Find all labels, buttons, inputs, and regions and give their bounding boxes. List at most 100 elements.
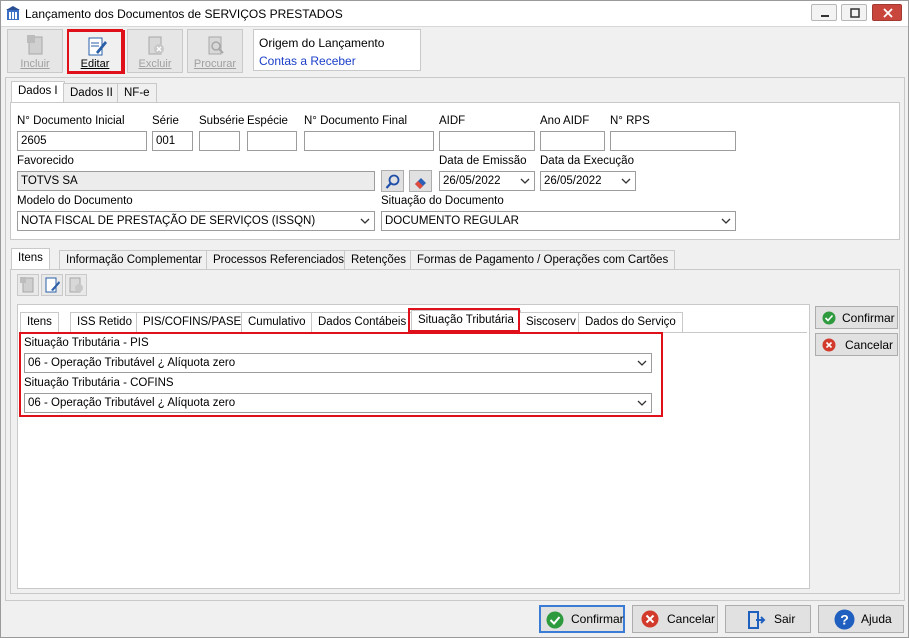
data-emissao-label: Data de Emissão (439, 155, 527, 167)
origem-value: Contas a Receber (259, 54, 356, 68)
incluir-label: Incluir (20, 58, 50, 70)
modelo-select[interactable]: NOTA FISCAL DE PRESTAÇÃO DE SERVIÇOS (IS… (17, 211, 375, 231)
tab-dados-contabeis[interactable]: Dados Contábeis (311, 312, 414, 332)
procurar-button[interactable]: Procurar (187, 29, 243, 73)
item-confirmar-button[interactable]: Confirmar (815, 306, 898, 329)
doc-final-label: N° Documento Final (304, 115, 408, 127)
origem-box: Origem do Lançamento Contas a Receber (253, 29, 421, 71)
minimize-button[interactable] (811, 4, 837, 21)
tab-cumulativo[interactable]: Cumulativo (241, 312, 313, 332)
itens-page: Itens ISS Retido PIS/COFINS/PASEP Cumula… (10, 269, 900, 594)
doc-final-field[interactable] (304, 131, 434, 151)
chevron-down-icon (637, 400, 647, 406)
check-circle-icon (822, 311, 836, 325)
incluir-button[interactable]: Incluir (7, 29, 63, 73)
tab-inner-itens[interactable]: Itens (20, 312, 59, 332)
editar-label: Editar (80, 58, 110, 70)
new-document-icon (27, 35, 43, 55)
tab-dados-servico[interactable]: Dados do Serviço (578, 312, 683, 332)
data-execucao-label: Data da Execução (540, 155, 634, 167)
ajuda-button[interactable]: ? Ajuda (818, 605, 904, 633)
confirmar-button[interactable]: Confirmar (539, 605, 625, 633)
edit-document-icon (88, 37, 107, 56)
exit-door-icon (748, 611, 766, 629)
building-icon (6, 6, 20, 20)
subserie-label: Subsérie (199, 115, 245, 127)
modelo-label: Modelo do Documento (17, 195, 133, 207)
item-cancelar-label: Cancelar (845, 337, 894, 352)
data-emissao-value: 26/05/2022 (443, 175, 501, 187)
modelo-value: NOTA FISCAL DE PRESTAÇÃO DE SERVIÇOS (IS… (21, 215, 316, 227)
subserie-field[interactable] (199, 131, 240, 151)
doc-inicial-field[interactable]: 2605 (17, 131, 147, 151)
sair-button[interactable]: Sair (725, 605, 811, 633)
tab-iss-retido[interactable]: ISS Retido (70, 312, 139, 332)
tab-dados-i[interactable]: Dados I (11, 81, 65, 103)
excluir-button[interactable]: Excluir (127, 29, 183, 73)
chevron-down-icon (721, 218, 731, 224)
add-item-button[interactable] (17, 274, 39, 296)
delete-document-icon (69, 277, 83, 293)
close-icon (883, 8, 893, 18)
situacao-pis-value: 06 - Operação Tributável ¿ Alíquota zero (28, 357, 236, 369)
favorecido-label: Favorecido (17, 155, 74, 167)
situacao-doc-select[interactable]: DOCUMENTO REGULAR (381, 211, 736, 231)
especie-field[interactable] (247, 131, 297, 151)
search-favorecido-button[interactable] (381, 170, 404, 192)
rps-field[interactable] (610, 131, 736, 151)
cancelar-label: Cancelar (667, 612, 716, 626)
aidf-field[interactable] (439, 131, 535, 151)
eraser-icon (415, 178, 426, 189)
chevron-down-icon (360, 218, 370, 224)
situacao-cofins-value: 06 - Operação Tributável ¿ Alíquota zero (28, 397, 236, 409)
search-document-icon (208, 36, 224, 55)
item-detail-panel: Itens ISS Retido PIS/COFINS/PASEP Cumula… (17, 304, 810, 589)
situacao-cofins-select[interactable]: 06 - Operação Tributável ¿ Alíquota zero (24, 393, 652, 413)
ano-aidf-label: Ano AIDF (540, 115, 590, 127)
ajuda-label: Ajuda (861, 612, 892, 626)
situacao-doc-value: DOCUMENTO REGULAR (385, 215, 519, 227)
close-window-button[interactable] (872, 4, 902, 21)
cancelar-button[interactable]: Cancelar (632, 605, 718, 633)
editar-button[interactable]: Editar (67, 29, 123, 73)
tab-retencoes[interactable]: Retenções (344, 250, 413, 270)
dados-i-page: N° Documento Inicial 2605 Série 001 Subs… (10, 102, 900, 240)
maximize-icon (850, 8, 860, 18)
clear-favorecido-button[interactable] (409, 170, 432, 192)
chevron-down-icon (621, 178, 631, 184)
tab-situacao-tributaria[interactable]: Situação Tributária (411, 310, 521, 332)
delete-item-button[interactable] (65, 274, 87, 296)
procurar-label: Procurar (193, 58, 237, 70)
tab-dados-ii[interactable]: Dados II (63, 83, 120, 103)
tab-processos-referenciados[interactable]: Processos Referenciados (206, 250, 352, 270)
tab-pis-cofins-pasep[interactable]: PIS/COFINS/PASEP (136, 312, 256, 332)
data-execucao-field[interactable]: 26/05/2022 (540, 171, 636, 191)
data-execucao-value: 26/05/2022 (544, 175, 602, 187)
excluir-label: Excluir (138, 58, 172, 70)
cancel-circle-icon (641, 610, 659, 628)
minimize-icon (821, 15, 829, 17)
aidf-label: AIDF (439, 115, 466, 127)
new-document-icon (20, 277, 34, 293)
favorecido-field[interactable]: TOTVS SA (17, 171, 375, 191)
tab-itens[interactable]: Itens (11, 248, 50, 270)
rps-label: N° RPS (610, 115, 650, 127)
ano-aidf-field[interactable] (540, 131, 605, 151)
tab-divider (20, 332, 807, 333)
origem-label: Origem do Lançamento (259, 36, 385, 50)
edit-document-icon (45, 277, 60, 293)
main-window: Lançamento dos Documentos de SERVIÇOS PR… (0, 0, 909, 638)
situacao-pis-select[interactable]: 06 - Operação Tributável ¿ Alíquota zero (24, 353, 652, 373)
data-emissao-field[interactable]: 26/05/2022 (439, 171, 535, 191)
tab-nfe[interactable]: NF-e (117, 83, 157, 103)
svg-text:?: ? (840, 612, 849, 628)
delete-document-icon (148, 36, 164, 55)
search-icon (385, 174, 400, 189)
tab-formas-pagamento[interactable]: Formas de Pagamento / Operações com Cart… (410, 250, 676, 270)
tab-informacao-complementar[interactable]: Informação Complementar (59, 250, 210, 270)
tab-siscoserv[interactable]: Siscoserv (519, 312, 583, 332)
serie-field[interactable]: 001 (152, 131, 193, 151)
item-cancelar-button[interactable]: Cancelar (815, 333, 898, 356)
maximize-button[interactable] (841, 4, 867, 21)
edit-item-button[interactable] (41, 274, 63, 296)
